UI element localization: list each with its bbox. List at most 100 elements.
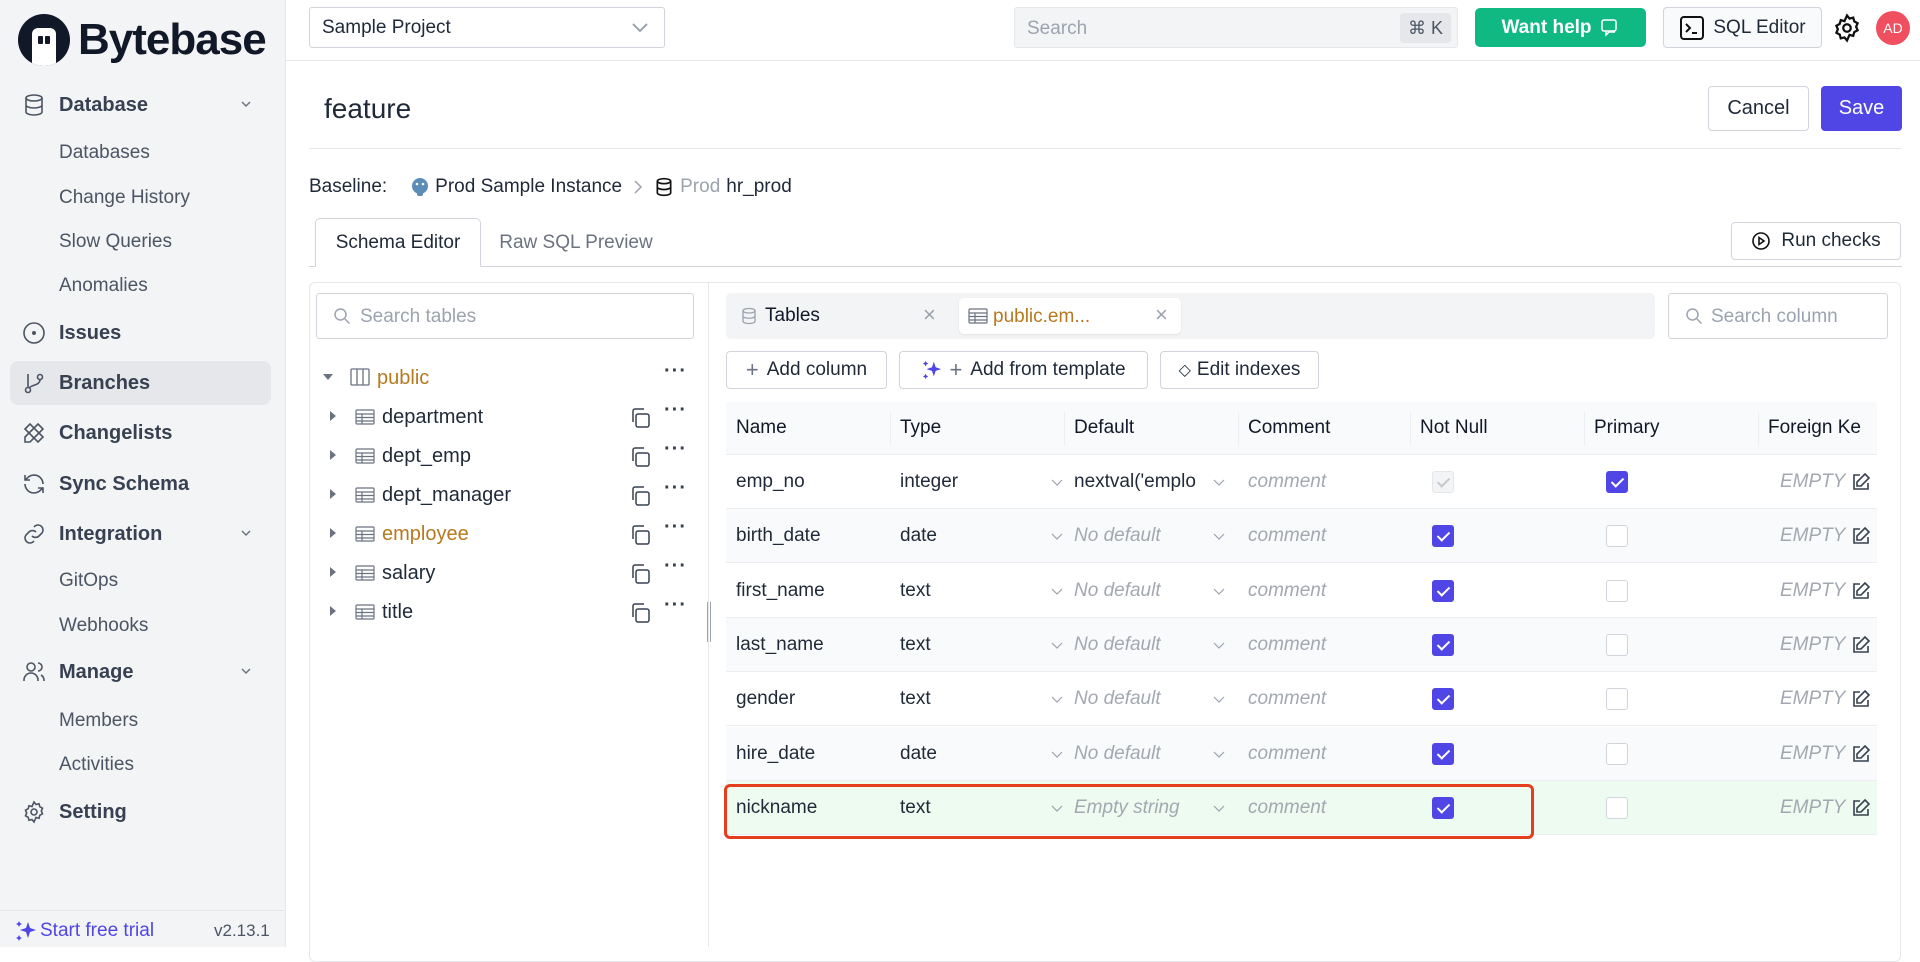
chevron-down-icon[interactable] bbox=[1212, 475, 1226, 489]
close-icon[interactable]: × bbox=[923, 302, 936, 328]
edit-icon[interactable] bbox=[1851, 798, 1871, 818]
close-icon[interactable]: × bbox=[1155, 302, 1168, 328]
more-icon[interactable]: ··· bbox=[664, 438, 687, 461]
edit-icon[interactable] bbox=[1851, 581, 1871, 601]
primary-checkbox[interactable] bbox=[1606, 796, 1628, 819]
bytebase-logo[interactable]: Bytebase bbox=[18, 14, 267, 66]
want-help-button[interactable]: Want help bbox=[1475, 8, 1646, 47]
chevron-down-icon[interactable] bbox=[1212, 747, 1226, 761]
not-null-checkbox[interactable] bbox=[1432, 633, 1454, 656]
caret-down-icon[interactable] bbox=[322, 372, 334, 382]
tree-table-item[interactable]: dept_manager ··· bbox=[316, 475, 693, 514]
chevron-down-icon[interactable] bbox=[1212, 638, 1226, 652]
tree-table-item[interactable]: employee ··· bbox=[316, 514, 693, 553]
tree-table-item[interactable]: title ··· bbox=[316, 592, 693, 631]
column-type-select[interactable]: date bbox=[900, 509, 1070, 563]
more-icon[interactable]: ··· bbox=[664, 594, 687, 617]
sidebar-item-integration[interactable]: Integration bbox=[0, 512, 286, 556]
tree-table-item[interactable]: dept_emp ··· bbox=[316, 436, 693, 475]
edit-icon[interactable] bbox=[1851, 635, 1871, 655]
chevron-down-icon[interactable] bbox=[1050, 529, 1064, 543]
chevron-down-icon[interactable] bbox=[1212, 692, 1226, 706]
sql-editor-button[interactable]: SQL Editor bbox=[1663, 7, 1822, 48]
not-null-checkbox[interactable] bbox=[1432, 688, 1454, 711]
primary-checkbox[interactable] bbox=[1606, 688, 1628, 711]
search-column-input[interactable]: Search column bbox=[1668, 293, 1888, 339]
more-icon[interactable]: ··· bbox=[664, 477, 687, 500]
column-comment-input[interactable]: comment bbox=[1248, 727, 1418, 781]
not-null-checkbox[interactable] bbox=[1432, 742, 1454, 765]
chevron-down-icon[interactable] bbox=[238, 96, 254, 112]
instance-link[interactable]: Prod Sample Instance bbox=[435, 176, 622, 198]
chevron-down-icon[interactable] bbox=[1050, 475, 1064, 489]
not-null-checkbox[interactable] bbox=[1432, 471, 1454, 493]
database-link[interactable]: hr_prod bbox=[726, 176, 792, 198]
edit-icon[interactable] bbox=[1851, 744, 1871, 764]
sidebar-item-slow-queries[interactable]: Slow Queries bbox=[59, 231, 172, 253]
caret-right-icon[interactable] bbox=[328, 409, 338, 423]
column-name-input[interactable]: gender bbox=[736, 672, 896, 726]
column-name-input[interactable]: nickname bbox=[736, 781, 896, 835]
column-comment-input[interactable]: comment bbox=[1248, 509, 1418, 563]
column-default-select[interactable]: No default bbox=[1074, 672, 1244, 726]
not-null-checkbox[interactable] bbox=[1432, 796, 1454, 819]
column-name-input[interactable]: birth_date bbox=[736, 509, 896, 563]
column-type-select[interactable]: text bbox=[900, 672, 1070, 726]
chevron-down-icon[interactable] bbox=[1212, 584, 1226, 598]
run-checks-button[interactable]: Run checks bbox=[1731, 222, 1901, 260]
sidebar-item-activities[interactable]: Activities bbox=[59, 754, 134, 776]
edit-icon[interactable] bbox=[1851, 689, 1871, 709]
chevron-down-icon[interactable] bbox=[1050, 638, 1064, 652]
add-from-template-button[interactable]: + Add from template bbox=[899, 351, 1148, 389]
search-tables-input[interactable]: Search tables bbox=[316, 293, 694, 339]
column-type-select[interactable]: text bbox=[900, 564, 1070, 618]
column-type-select[interactable]: text bbox=[900, 781, 1070, 835]
sidebar-item-manage[interactable]: Manage bbox=[0, 650, 286, 694]
editor-tab-employee[interactable]: public.em... × bbox=[959, 298, 1181, 334]
column-comment-input[interactable]: comment bbox=[1248, 618, 1418, 672]
primary-checkbox[interactable] bbox=[1606, 742, 1628, 765]
avatar[interactable]: AD bbox=[1876, 11, 1910, 45]
more-icon[interactable]: ··· bbox=[664, 555, 687, 578]
chevron-down-icon[interactable] bbox=[1212, 801, 1226, 815]
primary-checkbox[interactable] bbox=[1606, 579, 1628, 602]
resize-handle[interactable] bbox=[707, 602, 711, 642]
chevron-down-icon[interactable] bbox=[238, 525, 254, 541]
column-default-select[interactable]: No default bbox=[1074, 509, 1244, 563]
chevron-down-icon[interactable] bbox=[238, 663, 254, 679]
sidebar-item-database[interactable]: Database bbox=[0, 83, 286, 127]
chevron-down-icon[interactable] bbox=[1050, 801, 1064, 815]
caret-right-icon[interactable] bbox=[328, 604, 338, 618]
column-name-input[interactable]: hire_date bbox=[736, 727, 896, 781]
copy-icon[interactable] bbox=[629, 524, 651, 546]
sidebar-item-changelists[interactable]: Changelists bbox=[0, 411, 286, 455]
tab-raw-sql-preview[interactable]: Raw SQL Preview bbox=[481, 218, 671, 267]
cancel-button[interactable]: Cancel bbox=[1708, 86, 1809, 131]
primary-checkbox[interactable] bbox=[1606, 471, 1628, 493]
sidebar-item-webhooks[interactable]: Webhooks bbox=[59, 615, 148, 637]
sidebar-item-sync-schema[interactable]: Sync Schema bbox=[0, 462, 286, 506]
column-name-input[interactable]: last_name bbox=[736, 618, 896, 672]
copy-icon[interactable] bbox=[629, 407, 651, 429]
sidebar-item-members[interactable]: Members bbox=[59, 710, 138, 732]
tree-table-item[interactable]: salary ··· bbox=[316, 553, 693, 592]
column-default-select[interactable]: nextval('emplo bbox=[1074, 455, 1244, 509]
column-default-select[interactable]: Empty string bbox=[1074, 781, 1244, 835]
column-name-input[interactable]: emp_no bbox=[736, 455, 896, 509]
column-default-select[interactable]: No default bbox=[1074, 618, 1244, 672]
project-select[interactable]: Sample Project bbox=[309, 7, 665, 48]
caret-right-icon[interactable] bbox=[328, 448, 338, 462]
sidebar-item-change-history[interactable]: Change History bbox=[59, 187, 190, 209]
sidebar-item-databases[interactable]: Databases bbox=[59, 142, 150, 164]
not-null-checkbox[interactable] bbox=[1432, 579, 1454, 602]
column-name-input[interactable]: first_name bbox=[736, 564, 896, 618]
tree-schema-public[interactable]: public ··· bbox=[316, 358, 693, 397]
global-search-input[interactable]: Search ⌘ K bbox=[1014, 7, 1458, 48]
edit-icon[interactable] bbox=[1851, 472, 1871, 492]
column-comment-input[interactable]: comment bbox=[1248, 672, 1418, 726]
column-type-select[interactable]: date bbox=[900, 727, 1070, 781]
sidebar-item-anomalies[interactable]: Anomalies bbox=[59, 275, 148, 297]
editor-tab-tables[interactable]: Tables × bbox=[737, 293, 947, 339]
start-free-trial-link[interactable]: Start free trial bbox=[14, 919, 154, 943]
copy-icon[interactable] bbox=[629, 602, 651, 624]
